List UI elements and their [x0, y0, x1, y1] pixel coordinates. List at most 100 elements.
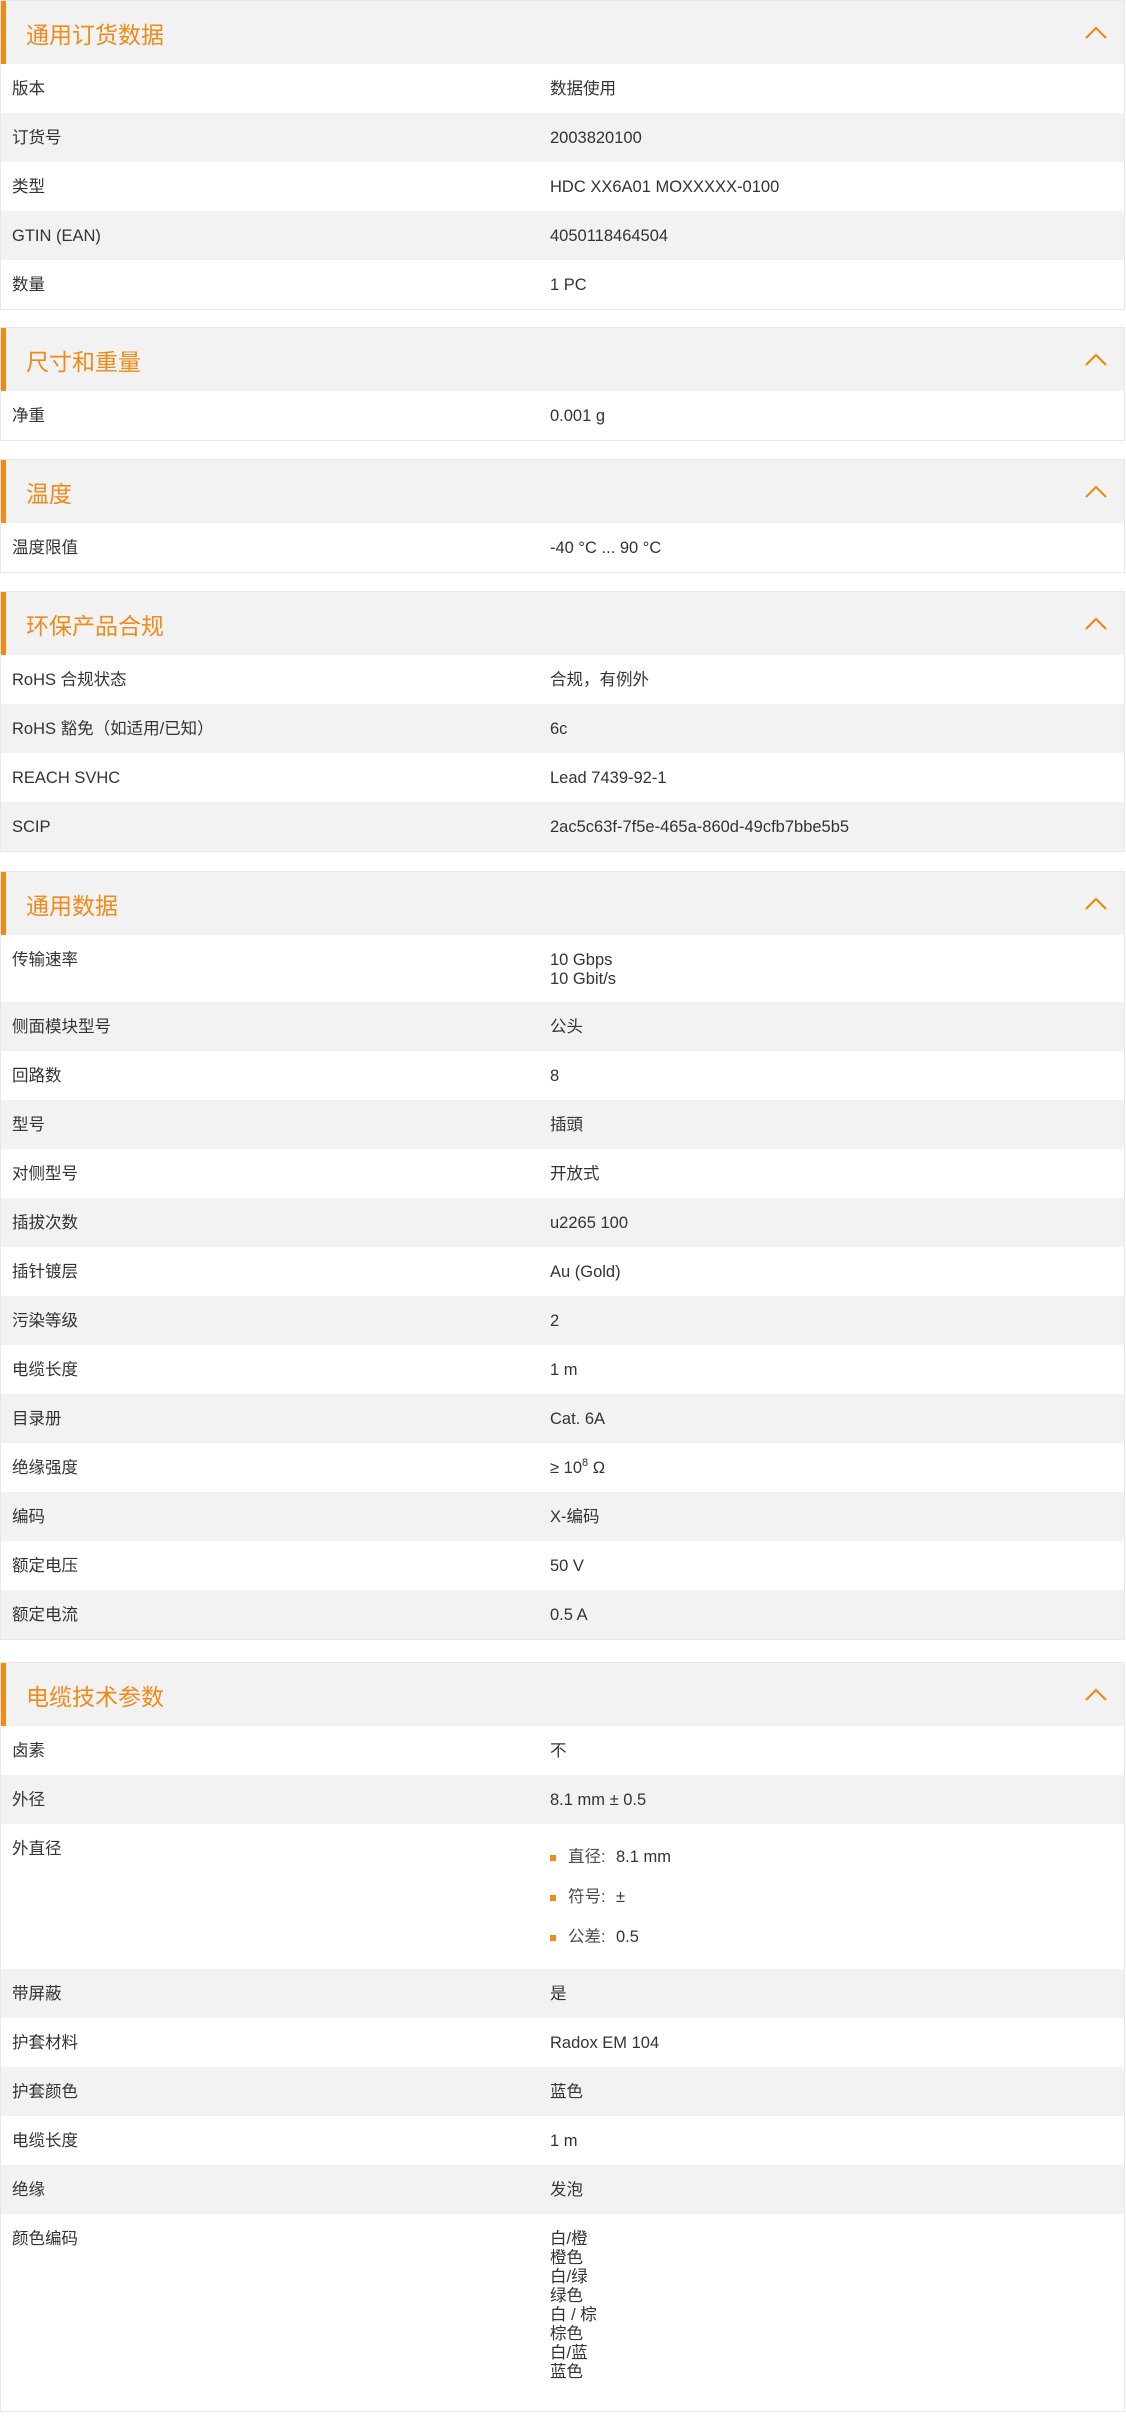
- spec-label: 外直径: [12, 1840, 62, 1858]
- spec-row-cable-length: 电缆长度 1 m: [1, 1345, 1124, 1394]
- chevron-up-icon[interactable]: [1084, 484, 1108, 499]
- value-prefix: ≥ 10: [550, 1459, 582, 1477]
- section-header-cable[interactable]: 电缆技术参数: [1, 1663, 1124, 1726]
- spec-label: 护套颜色: [12, 2083, 78, 2101]
- spec-label: 带屏蔽: [12, 1985, 62, 2003]
- chevron-up-icon[interactable]: [1084, 616, 1108, 631]
- spec-row-jacket-material: 护套材料 Radox EM 104: [1, 2018, 1124, 2067]
- section-header-dimensions[interactable]: 尺寸和重量: [1, 328, 1124, 391]
- spec-value: ≥ 108 Ω: [550, 1457, 605, 1480]
- spec-value: 插頭: [550, 1116, 583, 1134]
- spec-value: 2: [550, 1312, 560, 1330]
- section-header-general[interactable]: 通用数据: [1, 872, 1124, 935]
- spec-row-rohs-status: RoHS 合规状态 合规，有例外: [1, 655, 1124, 704]
- spec-label: 插拔次数: [12, 1214, 78, 1232]
- section-title: 环保产品合规: [26, 612, 164, 639]
- spec-row-catalog: 目录册 Cat. 6A: [1, 1394, 1124, 1443]
- spec-row-rated-current: 额定电流 0.5 A: [1, 1590, 1124, 1639]
- spec-label: 型号: [12, 1116, 45, 1134]
- spec-label: RoHS 豁免（如适用/已知）: [12, 720, 214, 738]
- spec-row-shielded: 带屏蔽 是: [1, 1969, 1124, 2018]
- spec-value: 10 Gbps 10 Gbit/s: [550, 951, 616, 989]
- spec-value: 0.5 A: [550, 1606, 588, 1624]
- spec-label: SCIP: [12, 818, 51, 836]
- bullet-value: 8.1 mm: [616, 1848, 672, 1866]
- spec-row-circuits: 回路数 8: [1, 1051, 1124, 1100]
- color-code-line: 绿色: [550, 2287, 583, 2305]
- spec-value: 2003820100: [550, 129, 642, 147]
- chevron-up-icon[interactable]: [1084, 896, 1108, 911]
- spec-row-type: 类型 HDC XX6A01 MOXXXXX-0100: [1, 162, 1124, 211]
- spec-value: 公头: [550, 1018, 583, 1036]
- spec-value: 6c: [550, 720, 568, 738]
- section-temperature: 温度 温度限值 -40 °C ... 90 °C: [0, 459, 1125, 573]
- spec-row-insulation-resistance: 绝缘强度 ≥ 108 Ω: [1, 1443, 1124, 1492]
- bullet-value: ±: [616, 1888, 626, 1906]
- spec-label: GTIN (EAN): [12, 227, 101, 245]
- spec-value: 发泡: [550, 2181, 583, 2199]
- spec-row-mating-type: 对侧型号 开放式: [1, 1149, 1124, 1198]
- spec-label: 颜色编码: [12, 2230, 78, 2248]
- spec-label: 对侧型号: [12, 1165, 78, 1183]
- spec-row-model: 型号 插頭: [1, 1100, 1124, 1149]
- section-title: 尺寸和重量: [26, 348, 141, 375]
- section-title: 通用订货数据: [26, 21, 164, 48]
- section-header-compliance[interactable]: 环保产品合规: [1, 592, 1124, 655]
- spec-row-pollution-degree: 污染等级 2: [1, 1296, 1124, 1345]
- spec-row-quantity: 数量 1 PC: [1, 260, 1124, 309]
- product-specs-page: 通用订货数据 版本 数据使用 订货号 2003820100 类型 HDC XX6…: [0, 0, 1126, 2427]
- spec-row-version: 版本 数据使用: [1, 64, 1124, 113]
- spec-row-coding: 编码 X-编码: [1, 1492, 1124, 1541]
- spec-value: u2265 100: [550, 1214, 628, 1232]
- value-exponent: 8: [582, 1457, 589, 1469]
- spec-row-rated-voltage: 额定电压 50 V: [1, 1541, 1124, 1590]
- color-code-line: 白/蓝: [550, 2344, 588, 2362]
- spec-label: 净重: [12, 407, 45, 425]
- section-header-ordering[interactable]: 通用订货数据: [1, 1, 1124, 64]
- chevron-up-icon[interactable]: [1084, 1687, 1108, 1702]
- spec-label: 外径: [12, 1791, 45, 1809]
- chevron-up-icon[interactable]: [1084, 352, 1108, 367]
- spec-row-net-weight: 净重 0.001 g: [1, 391, 1124, 440]
- spec-label: 绝缘: [12, 2181, 45, 2199]
- spec-label: 回路数: [12, 1067, 62, 1085]
- bullet-value: 0.5: [616, 1928, 639, 1946]
- spec-value: 不: [550, 1742, 567, 1760]
- section-header-temperature[interactable]: 温度: [1, 460, 1124, 523]
- spec-value: 4050118464504: [550, 227, 669, 245]
- section-ordering-data: 通用订货数据 版本 数据使用 订货号 2003820100 类型 HDC XX6…: [0, 0, 1125, 310]
- spec-value: 数据使用: [550, 80, 616, 98]
- spec-row-mating-cycles: 插拔次数 u2265 100: [1, 1198, 1124, 1247]
- spec-row-order-number: 订货号 2003820100: [1, 113, 1124, 162]
- section-dimensions-weight: 尺寸和重量 净重 0.001 g: [0, 327, 1125, 441]
- spec-row-color-code: 颜色编码 白/橙 橙色 白/绿 绿色 白 / 棕 棕色 白/蓝 蓝色: [1, 2214, 1124, 2399]
- spec-row-outer-diameter-detail: 外直径 直径: 8.1 mm 符号: ± 公差: 0.5: [1, 1824, 1124, 1969]
- section-cable-specs: 电缆技术参数 卤素 不 外径 8.1 mm ± 0.5 外直径 直径: 8.1 …: [0, 1662, 1125, 2412]
- spec-label: 护套材料: [12, 2034, 78, 2052]
- spec-value: Au (Gold): [550, 1263, 621, 1281]
- spec-row-halogen: 卤素 不: [1, 1726, 1124, 1775]
- spec-label: 数量: [12, 276, 45, 294]
- color-code-line: 蓝色: [550, 2363, 583, 2381]
- spec-value: 白/橙 橙色 白/绿 绿色 白 / 棕 棕色 白/蓝 蓝色: [550, 2230, 597, 2382]
- spec-label: 绝缘强度: [12, 1459, 78, 1477]
- value-line: 10 Gbps: [550, 951, 613, 969]
- spec-label: REACH SVHC: [12, 769, 121, 787]
- spec-row-jacket-color: 护套颜色 蓝色: [1, 2067, 1124, 2116]
- spec-label: RoHS 合规状态: [12, 671, 127, 689]
- spec-value: 合规，有例外: [550, 671, 649, 689]
- spec-value: HDC XX6A01 MOXXXXX-0100: [550, 178, 780, 196]
- spec-row-scip: SCIP 2ac5c63f-7f5e-465a-860d-49cfb7bbe5b…: [1, 802, 1124, 851]
- spec-row-insulation: 绝缘 发泡: [1, 2165, 1124, 2214]
- spec-row-transfer-rate: 传输速率 10 Gbps 10 Gbit/s: [1, 935, 1124, 1002]
- bullet-label: 符号:: [568, 1888, 606, 1906]
- spec-label: 污染等级: [12, 1312, 78, 1330]
- spec-value: 1 m: [550, 1361, 578, 1379]
- bullet-label: 直径:: [568, 1848, 606, 1866]
- spec-row-temperature-limits: 温度限值 -40 °C ... 90 °C: [1, 523, 1124, 572]
- spec-row-rohs-exemption: RoHS 豁免（如适用/已知） 6c: [1, 704, 1124, 753]
- chevron-up-icon[interactable]: [1084, 25, 1108, 40]
- spec-value: 8: [550, 1067, 560, 1085]
- spec-value: -40 °C ... 90 °C: [550, 539, 662, 557]
- spec-value: 蓝色: [550, 2083, 583, 2101]
